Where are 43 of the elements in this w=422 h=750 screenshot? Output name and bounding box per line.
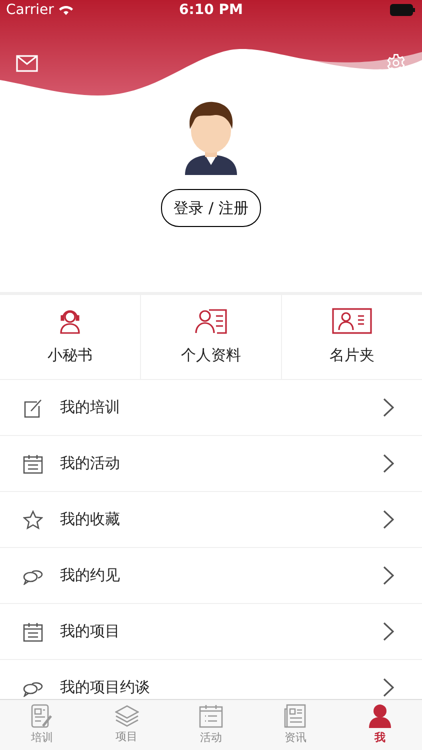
row-label: 我的约见	[60, 565, 121, 586]
menu-row[interactable]: 我的收藏	[0, 492, 422, 547]
login-button[interactable]: 登录 / 注册	[160, 189, 262, 227]
calendar-icon	[23, 622, 43, 642]
calendar-icon	[23, 454, 43, 474]
menu-row[interactable]: 我的培训	[0, 380, 422, 435]
profile-document-icon	[194, 308, 228, 334]
carrier-label: Carrier	[6, 0, 54, 20]
chevron-right-icon	[383, 622, 394, 641]
tile-label: 个人资料	[181, 344, 241, 366]
shortcut-tile[interactable]: 个人资料	[141, 295, 281, 379]
menu-row[interactable]: 我的项目约谈	[0, 660, 422, 699]
chevron-right-icon	[383, 510, 394, 529]
chevron-right-icon	[383, 398, 394, 417]
row-label: 我的项目约谈	[60, 677, 151, 698]
shortcut-tile[interactable]: 小秘书	[0, 295, 140, 379]
row-label: 我的培训	[60, 397, 121, 418]
tile-label: 名片夹	[330, 344, 374, 366]
wifi-icon	[58, 4, 74, 16]
layers-icon	[114, 704, 139, 727]
tile-label: 小秘书	[48, 344, 92, 366]
person-icon	[368, 704, 391, 728]
menu-row[interactable]: 我的项目	[0, 604, 422, 659]
row-label: 我的收藏	[60, 509, 121, 530]
menu-row[interactable]: 我的活动	[0, 436, 422, 491]
shortcut-tile[interactable]: 名片夹	[282, 295, 422, 379]
star-icon	[23, 510, 43, 530]
edit-icon	[23, 398, 43, 418]
menu-row[interactable]: 我的约见	[0, 548, 422, 603]
chevron-right-icon	[383, 566, 394, 585]
status-time: 6:10 PM	[179, 0, 243, 20]
headset-person-icon	[57, 308, 83, 334]
chevron-right-icon	[383, 678, 394, 697]
document-pen-icon	[31, 704, 54, 728]
newspaper-icon	[284, 704, 306, 728]
battery-icon	[390, 4, 416, 16]
tab-item[interactable]: 我	[338, 700, 422, 750]
calendar-icon	[198, 704, 223, 728]
row-label: 我的项目	[60, 621, 121, 642]
chevron-right-icon	[383, 454, 394, 473]
row-label: 我的活动	[60, 453, 121, 474]
mail-icon[interactable]	[16, 54, 38, 72]
id-card-icon	[332, 308, 372, 334]
